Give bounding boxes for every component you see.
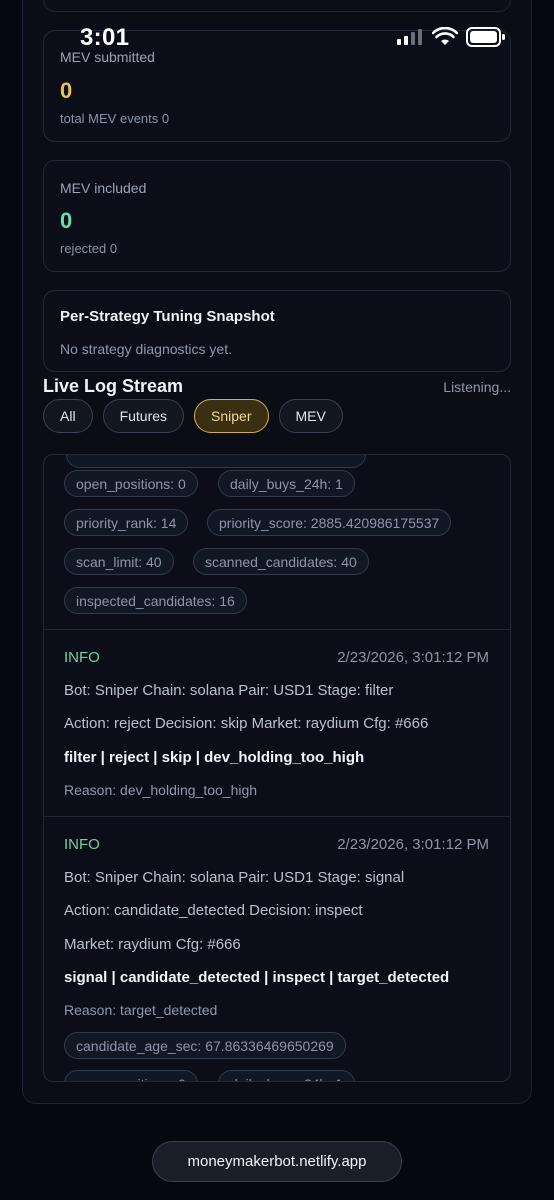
log-reason: Reason: target_detected: [64, 1002, 218, 1018]
log-chip-cutoff: [66, 455, 366, 468]
log-meta: Bot: Sniper Chain: solana Pair: USD1 Sta…: [64, 869, 405, 886]
log-level: INFO: [64, 836, 100, 853]
mev-included-card: MEV included 0 rejected 0: [43, 160, 511, 272]
log-timestamp: 2/23/2026, 3:01:12 PM: [337, 649, 489, 666]
mev-submitted-sub: total MEV events 0: [60, 111, 170, 126]
log-meta: Action: candidate_detected Decision: ins…: [64, 902, 363, 919]
status-time: 3:01: [80, 24, 130, 51]
log-chip: open_positions: 0: [64, 470, 198, 497]
live-log-title: Live Log Stream: [43, 376, 184, 396]
filter-mev[interactable]: MEV: [278, 399, 343, 433]
filter-sniper[interactable]: Sniper: [194, 399, 269, 433]
log-chip: open_positions: 0: [64, 1070, 198, 1081]
status-icons: [396, 27, 506, 47]
log-chip: daily_buys_24h: 1: [218, 470, 355, 497]
log-chip: priority_score: 2885.420986175537: [207, 509, 452, 536]
battery-icon: [466, 27, 505, 47]
stream-status: Listening...: [443, 379, 511, 395]
browser-url-bar[interactable]: moneymakerbot.netlify.app: [152, 1141, 402, 1182]
log-summary: filter | reject | skip | dev_holding_too…: [64, 749, 365, 766]
signal-icon: [397, 29, 422, 45]
log-chip: inspected_candidates: 16: [64, 587, 247, 614]
log-chip: candidate_age_sec: 67.86336469650269: [64, 1032, 346, 1059]
filter-futures[interactable]: Futures: [102, 399, 185, 433]
log-meta: Market: raydium Cfg: #666: [64, 936, 241, 953]
status-bar: 3:01: [0, 0, 554, 70]
log-filter-tabs: All Futures Sniper MEV: [43, 399, 343, 433]
log-chip: scanned_candidates: 40: [193, 548, 369, 575]
tuning-snapshot-card: Per-Strategy Tuning Snapshot No strategy…: [43, 290, 511, 372]
mev-included-sub: rejected 0: [60, 241, 118, 256]
log-chip: scan_limit: 40: [64, 548, 174, 575]
log-chip: daily_buys_24h: 1: [218, 1070, 355, 1081]
log-meta: Bot: Sniper Chain: solana Pair: USD1 Sta…: [64, 682, 394, 699]
mev-included-label: MEV included: [60, 180, 147, 196]
log-entry-divider: [44, 816, 510, 817]
mev-included-value: 0: [60, 208, 73, 233]
log-timestamp: 2/23/2026, 3:01:12 PM: [337, 836, 489, 853]
wifi-icon: [432, 27, 458, 45]
log-stream-list[interactable]: open_positions: 0 daily_buys_24h: 1 prio…: [43, 454, 511, 1082]
log-chip: priority_rank: 14: [64, 509, 189, 536]
snapshot-empty-text: No strategy diagnostics yet.: [60, 341, 232, 357]
log-summary: signal | candidate_detected | inspect | …: [64, 969, 450, 986]
snapshot-title: Per-Strategy Tuning Snapshot: [60, 308, 275, 325]
log-entry-divider: [44, 629, 510, 630]
log-reason: Reason: dev_holding_too_high: [64, 782, 258, 798]
filter-all[interactable]: All: [43, 399, 93, 433]
log-meta: Action: reject Decision: skip Market: ra…: [64, 715, 429, 732]
mev-submitted-value: 0: [60, 78, 73, 103]
log-level: INFO: [64, 649, 100, 666]
